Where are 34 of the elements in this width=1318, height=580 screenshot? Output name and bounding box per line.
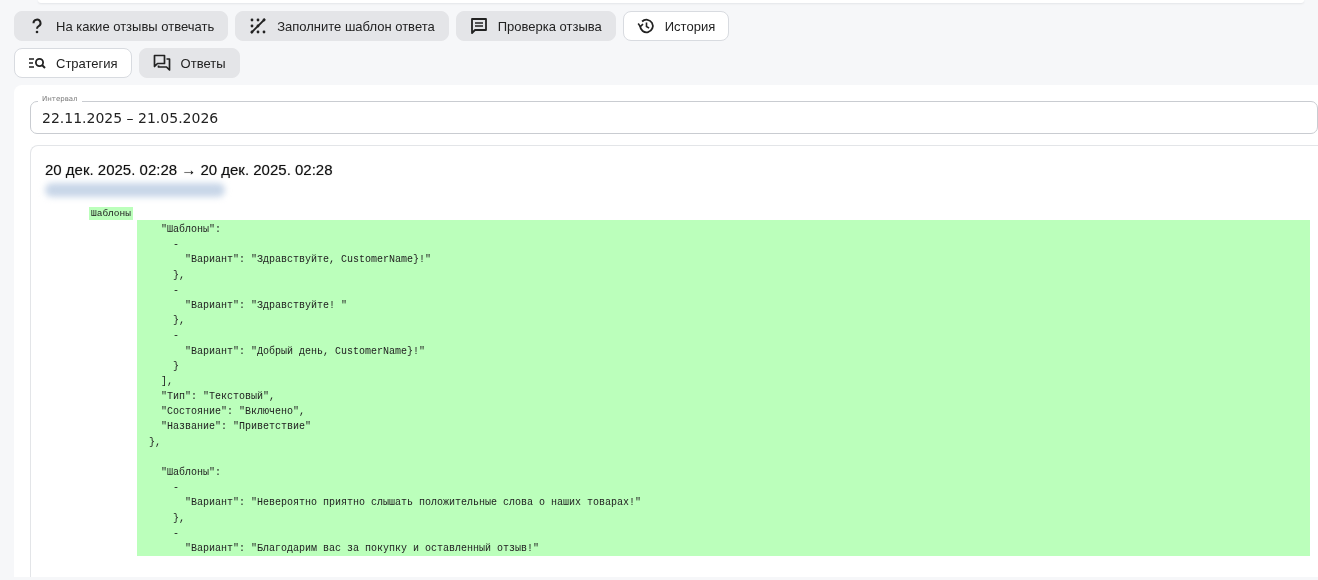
toolbar-button[interactable]: Проверка отзыва <box>455 11 616 41</box>
code-line: "Шаблоны": <box>160 222 222 237</box>
code-line: }, <box>172 314 186 329</box>
entry-title: 20 дек. 2025. 02:28 → 20 дек. 2025. 02:28 <box>45 161 333 178</box>
chat-bubbles-icon <box>152 54 171 72</box>
toolbar-button[interactable]: Стратегия <box>14 48 132 78</box>
toolbar-button[interactable]: Ответы <box>138 48 240 78</box>
code-line: "Вариант": "Здравствуйте, CustomerName}!" <box>184 253 433 268</box>
code-line: }, <box>172 268 186 283</box>
code-line: "Вариант": "Добрый день, CustomerName}!" <box>184 344 427 359</box>
code-line: "Состояние": "Включено", <box>160 405 307 420</box>
code-line: "Вариант": "Здравствуйте! " <box>184 298 349 313</box>
code-line: - <box>172 329 180 344</box>
code-line: "Название": "Приветствие" <box>160 420 313 435</box>
toolbar-button[interactable]: Заполните шаблон ответа <box>235 11 449 41</box>
code-line: - <box>172 238 180 253</box>
code-line: }, <box>148 435 162 450</box>
code-line: ], <box>160 374 174 389</box>
code-line: - <box>172 283 180 298</box>
code-line: - <box>172 481 180 496</box>
code-line: } <box>172 359 180 374</box>
toolbar-button[interactable]: История <box>622 11 730 41</box>
code-line: "Шаблоны": <box>160 465 222 480</box>
code-line: - <box>172 526 180 541</box>
code-line: }, <box>172 511 186 526</box>
comment-icon <box>469 17 488 35</box>
code-line: "Вариант": "Невероятно приятно слышать положительные слова о наших товарах!" <box>184 496 643 511</box>
date-range-field[interactable]: 22.11.2025 – 21.05.2026 <box>30 101 1318 134</box>
dots-icon <box>249 17 268 35</box>
history-icon <box>636 17 655 35</box>
code-line: "Тип": "Текстовый", <box>160 390 277 405</box>
section-label: Шаблоны <box>89 207 133 220</box>
toolbar-button[interactable]: На какие отзывы отвечать <box>14 11 229 41</box>
code-line: "Вариант": "Благодарим вас за покупку и оставленный отзыв!" <box>184 541 541 556</box>
